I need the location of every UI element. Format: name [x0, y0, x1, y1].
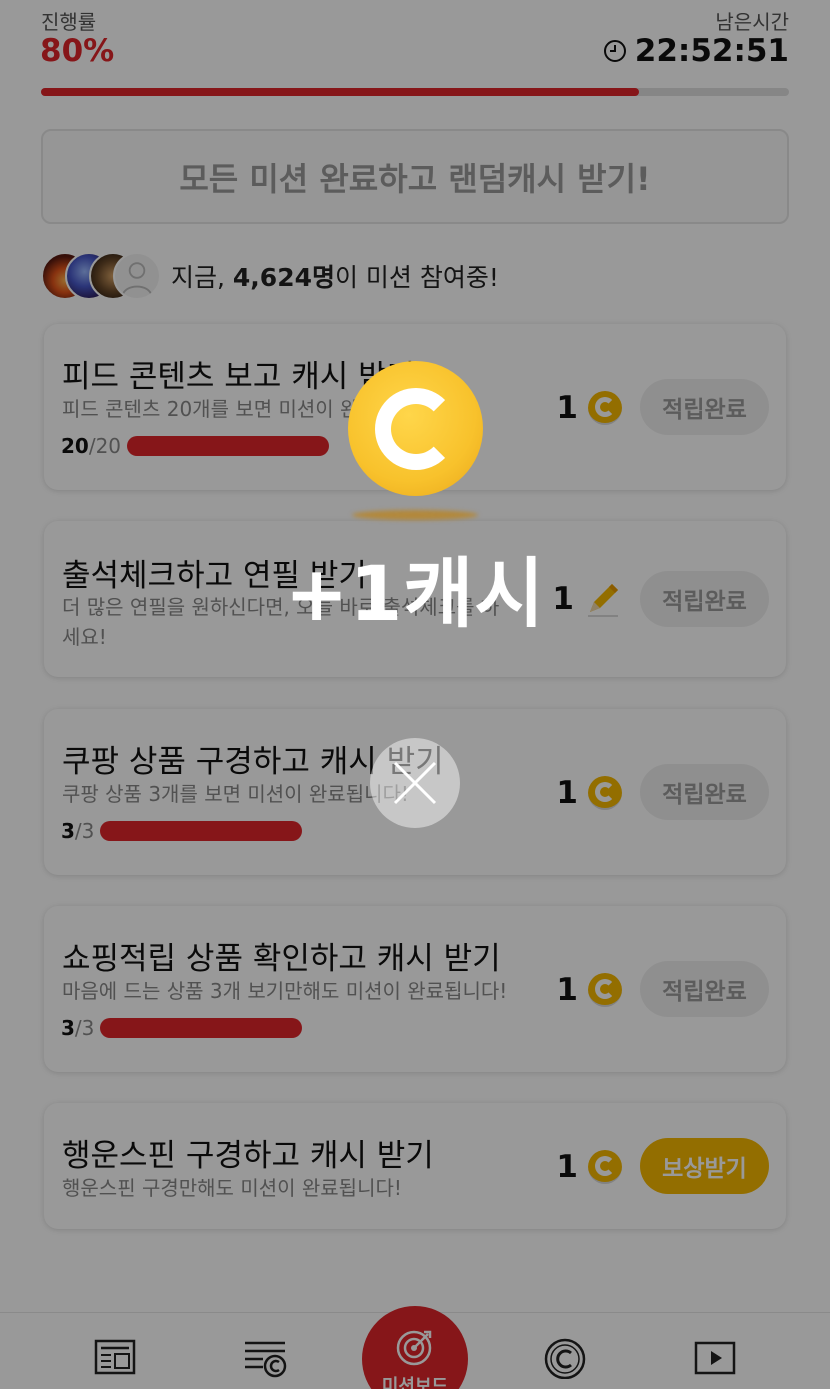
close-icon [393, 761, 437, 805]
coin-shadow [352, 510, 478, 520]
mission-board-page: 진행률 80% 남은시간 22:52:51 모든 미션 완료하고 랜덤캐시 받기… [0, 0, 830, 1389]
close-button[interactable] [370, 738, 460, 828]
modal-backdrop[interactable] [0, 0, 830, 1389]
coin-icon [348, 361, 483, 496]
reward-message: +1캐시 [284, 549, 546, 638]
